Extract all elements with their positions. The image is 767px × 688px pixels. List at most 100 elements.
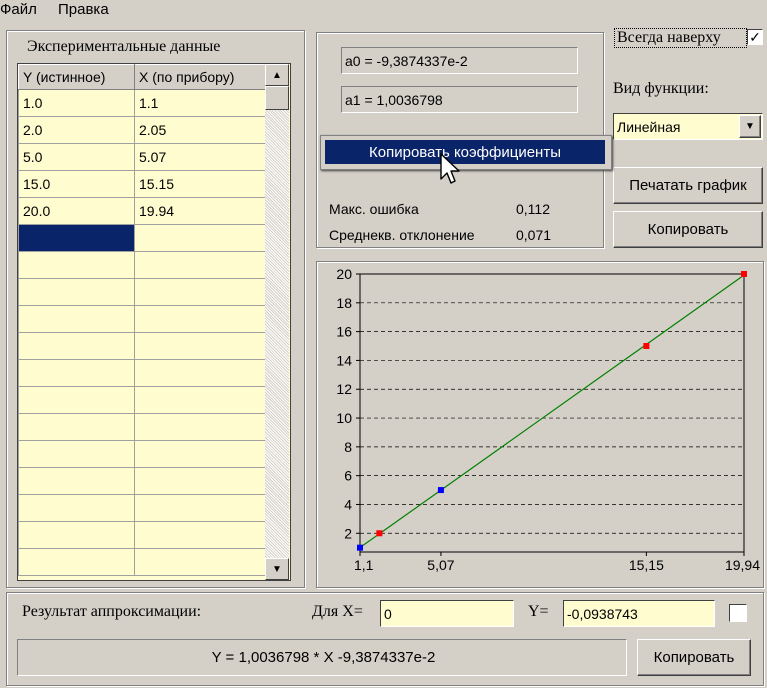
max-error-label: Макс. ошибка: [329, 201, 419, 217]
cell-y[interactable]: [18, 332, 135, 360]
cell-y[interactable]: [18, 359, 135, 387]
data-grid: Y (истинное) X (по прибору) 1.0 1.1 2.0 2.0…: [17, 63, 291, 581]
data-point: [357, 544, 363, 551]
table-row[interactable]: 2.0 2.05: [18, 116, 266, 144]
cell-x[interactable]: [134, 278, 266, 306]
cell-x[interactable]: [134, 521, 266, 549]
cell-y[interactable]: 5.0: [18, 143, 135, 171]
a1-field: a1 = 1,0036798: [341, 86, 578, 113]
always-on-top-checkbox[interactable]: ✓: [747, 29, 763, 45]
table-row[interactable]: [18, 386, 266, 414]
cell-x[interactable]: [134, 440, 266, 468]
scroll-track[interactable]: [265, 86, 289, 558]
table-row[interactable]: [18, 548, 266, 576]
scroll-thumb[interactable]: [265, 86, 289, 110]
menu-edit[interactable]: Правка: [58, 1, 109, 18]
print-chart-button[interactable]: Печатать график: [613, 167, 763, 204]
cell-x[interactable]: [134, 386, 266, 414]
cell-x[interactable]: [134, 332, 266, 360]
cell-x[interactable]: 1.1: [134, 89, 266, 117]
max-error-value: 0,112: [516, 201, 550, 217]
a0-field: a0 = -9,3874337e-2: [341, 47, 578, 74]
cell-y[interactable]: 15.0: [18, 170, 135, 198]
y-tick-label: 6: [344, 468, 352, 484]
cell-y[interactable]: [18, 386, 135, 414]
y-tick-label: 12: [336, 381, 352, 397]
cell-y[interactable]: [18, 440, 135, 468]
copy-coefficients-menu-item[interactable]: Копировать коэффициенты: [325, 140, 605, 164]
cell-y[interactable]: 1.0: [18, 89, 135, 117]
cell-y[interactable]: [18, 224, 135, 252]
cell-x[interactable]: [134, 467, 266, 495]
y-output: -0,0938743: [563, 600, 715, 627]
cell-x[interactable]: [134, 548, 266, 576]
x-tick-label: 5,07: [427, 557, 454, 573]
y-tick-label: 20: [336, 266, 352, 282]
cell-y[interactable]: 20.0: [18, 197, 135, 225]
function-type-dropdown-button[interactable]: ▼: [739, 115, 761, 138]
rms-value: 0,071: [516, 227, 552, 243]
table-row[interactable]: [18, 251, 266, 279]
cell-y[interactable]: 2.0: [18, 116, 135, 144]
table-row[interactable]: [18, 440, 266, 468]
always-on-top-label[interactable]: Всегда наверху: [614, 28, 747, 48]
rms-label: Среднекв. отклонение: [329, 227, 475, 243]
table-row[interactable]: [18, 467, 266, 495]
formula-field: Y = 1,0036798 * X -9,3874337e-2: [17, 639, 627, 676]
cell-x[interactable]: [134, 305, 266, 333]
cell-y[interactable]: [18, 413, 135, 441]
cell-x[interactable]: [134, 224, 266, 252]
cell-y[interactable]: [18, 305, 135, 333]
table-row[interactable]: 1.0 1.1: [18, 89, 266, 117]
y-tick-label: 16: [336, 324, 352, 340]
cell-y[interactable]: [18, 467, 135, 495]
for-x-label: Для X=: [312, 603, 363, 620]
cell-x[interactable]: [134, 413, 266, 441]
data-point: [376, 530, 383, 537]
table-row[interactable]: [18, 521, 266, 549]
chart: 2 4 6 8 10 12 14 16 18 20 1,1 5,07 15,15 19,94: [336, 266, 760, 573]
context-menu: Копировать коэффициенты: [320, 135, 612, 170]
data-point: [643, 343, 650, 350]
menu-file[interactable]: Файл: [0, 1, 37, 18]
cell-x[interactable]: [134, 494, 266, 522]
table-row[interactable]: [18, 413, 266, 441]
scroll-down-button[interactable]: ▼: [265, 558, 289, 580]
table-row[interactable]: [18, 224, 266, 252]
table-row[interactable]: [18, 305, 266, 333]
result-checkbox[interactable]: [729, 604, 747, 622]
table-row[interactable]: 20.0 19.94: [18, 197, 266, 225]
x-input[interactable]: 0: [380, 600, 514, 627]
cell-y[interactable]: [18, 251, 135, 279]
cell-x[interactable]: 19.94: [134, 197, 266, 225]
arrow-down-icon: ▼: [272, 563, 282, 575]
table-row[interactable]: 5.0 5.07: [18, 143, 266, 171]
cell-y[interactable]: [18, 278, 135, 306]
cell-x[interactable]: 5.07: [134, 143, 266, 171]
cell-x[interactable]: 15.15: [134, 170, 266, 198]
cell-y[interactable]: [18, 494, 135, 522]
table-row[interactable]: [18, 494, 266, 522]
cell-y[interactable]: [18, 548, 135, 576]
cell-x[interactable]: 2.05: [134, 116, 266, 144]
table-row[interactable]: [18, 359, 266, 387]
y-tick-label: 18: [336, 295, 352, 311]
table-row[interactable]: [18, 332, 266, 360]
copy-formula-button[interactable]: Копировать: [637, 639, 751, 676]
scroll-up-button[interactable]: ▲: [265, 64, 289, 86]
cell-y[interactable]: [18, 521, 135, 549]
column-header-x[interactable]: X (по прибору): [134, 64, 266, 90]
data-panel-title: Экспериментальные данные: [27, 38, 221, 55]
chevron-down-icon: ▼: [745, 121, 755, 132]
cell-x[interactable]: [134, 359, 266, 387]
grid-scrollbar[interactable]: ▲ ▼: [265, 64, 289, 580]
table-row[interactable]: [18, 278, 266, 306]
cell-x[interactable]: [134, 251, 266, 279]
y-label: Y=: [528, 603, 549, 620]
table-row[interactable]: 15.0 15.15: [18, 170, 266, 198]
column-header-y[interactable]: Y (истинное): [18, 64, 135, 90]
arrow-up-icon: ▲: [272, 69, 282, 81]
copy-button[interactable]: Копировать: [613, 211, 763, 248]
y-tick-label: 10: [336, 410, 352, 426]
y-tick-label: 4: [344, 496, 352, 512]
